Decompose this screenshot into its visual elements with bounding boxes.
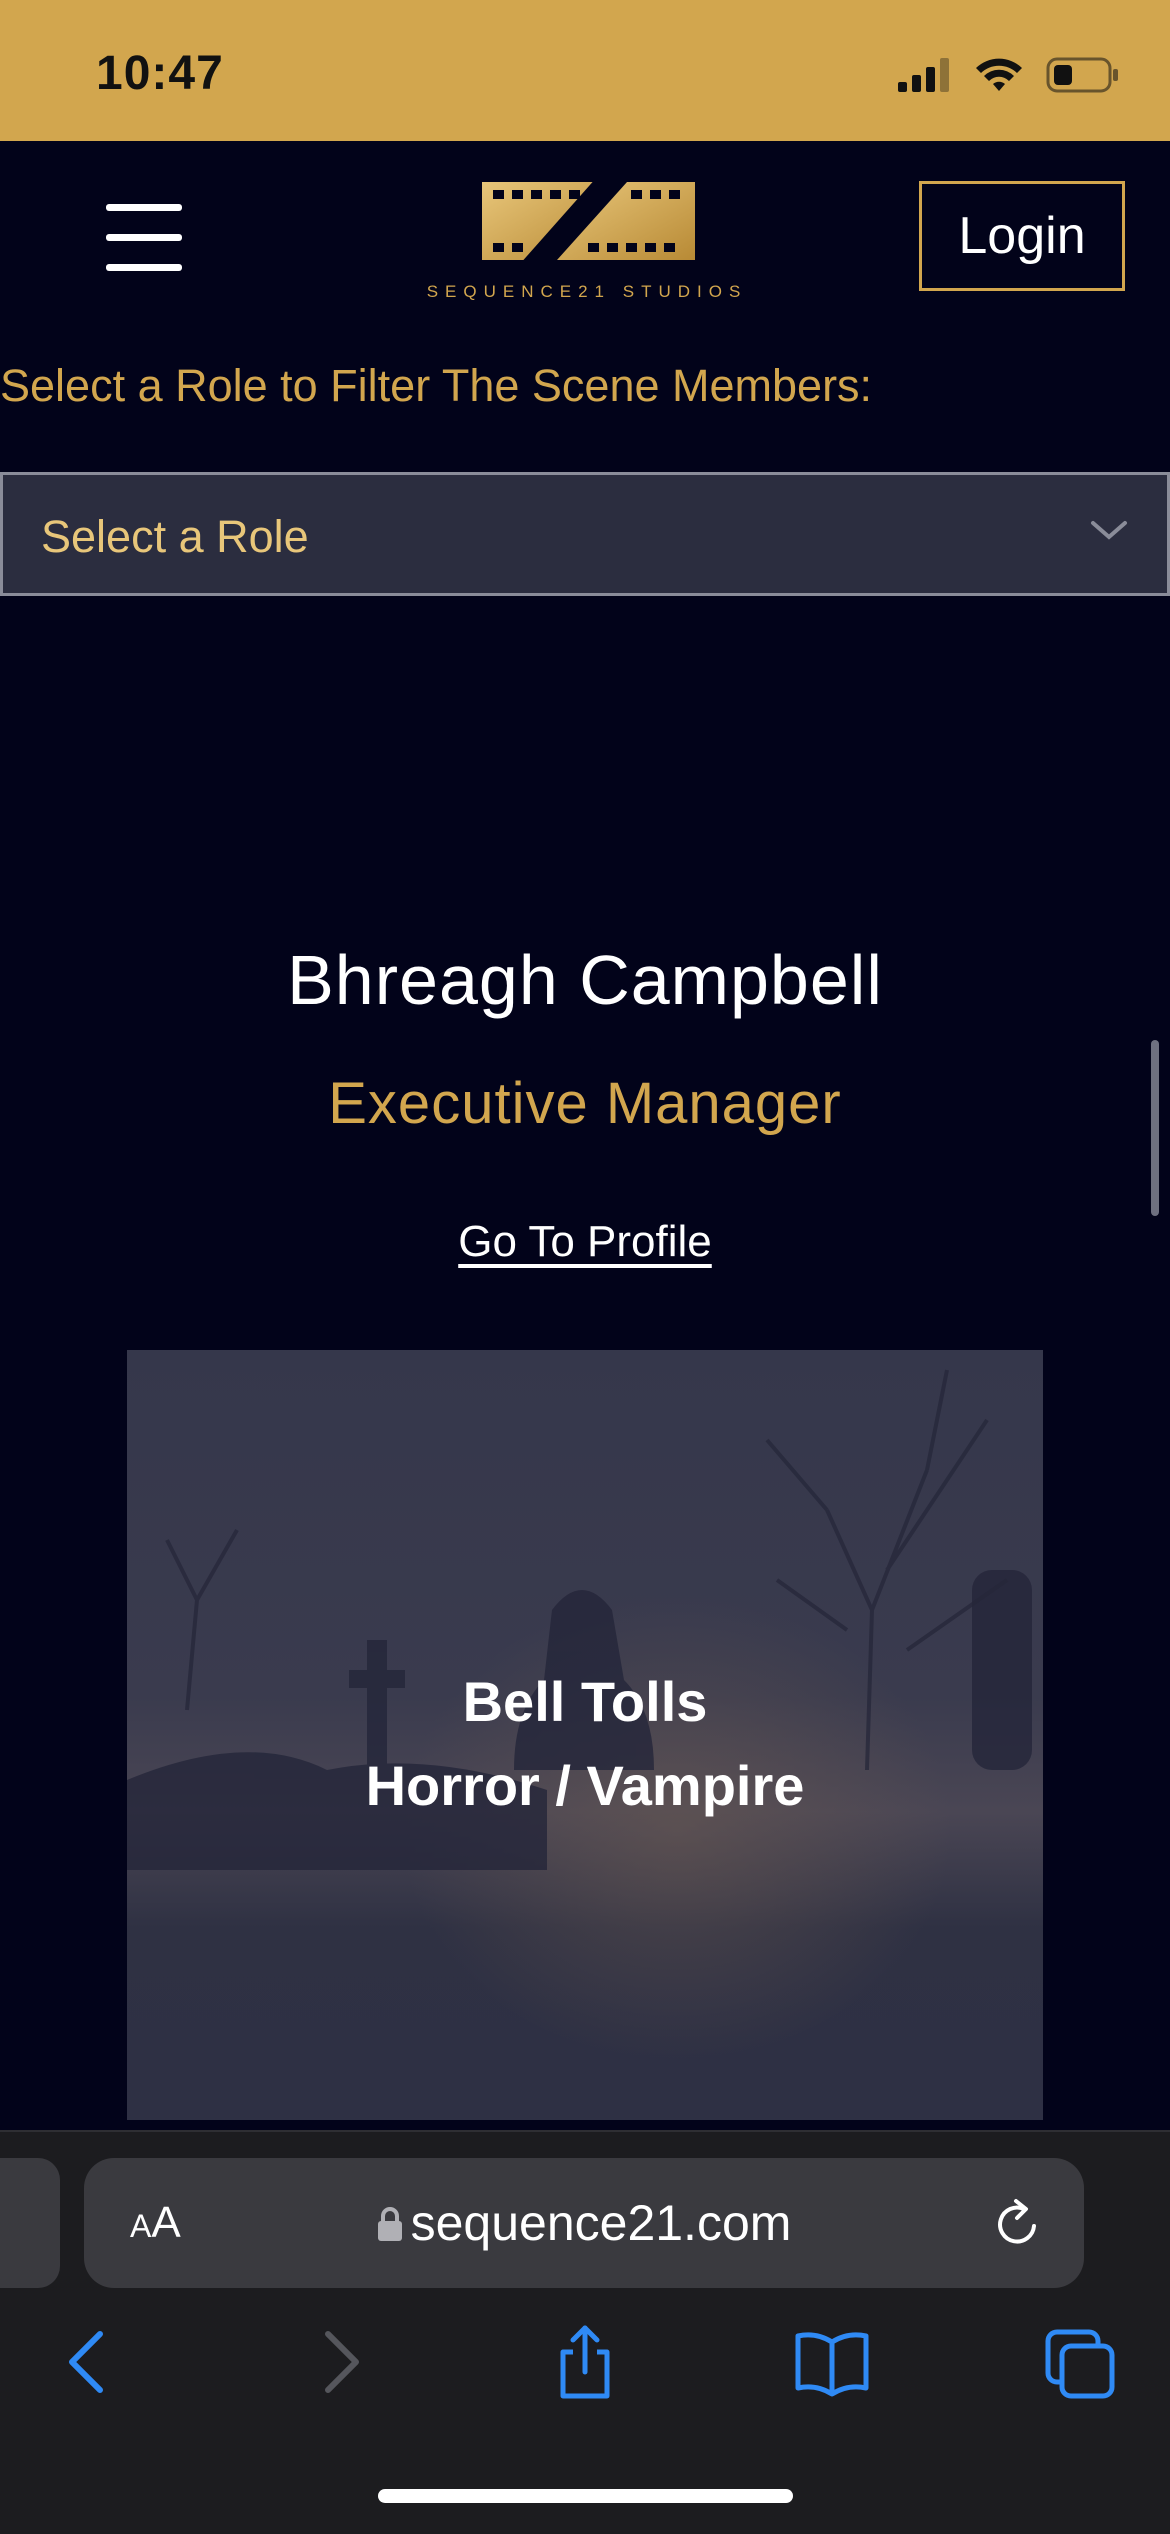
role-select-value: Select a Role [41,511,309,562]
film-strip-logo-icon [482,177,695,265]
scene-genre: Horror / Vampire [365,1754,805,1817]
scene-title: Bell Tolls Horror / Vampire [127,1660,1043,1828]
filter-label: Select a Role to Filter The Scene Member… [0,360,873,411]
share-icon[interactable] [545,2322,625,2402]
address-bar[interactable]: AA sequence21.com [84,2158,1084,2288]
battery-low-icon [1046,57,1118,93]
lock-icon [377,2207,402,2241]
member-role: Executive Manager [328,1071,842,1136]
status-icons [898,50,1120,100]
url-display: sequence21.com [84,2194,1084,2252]
reload-icon[interactable] [990,2196,1046,2252]
logo-text: SEQUENCE21 STUDIOS [426,282,748,301]
status-bar: 10:47 [0,0,1170,141]
status-time: 10:47 [96,47,224,100]
chevron-down-icon [1091,521,1127,540]
bookmarks-icon[interactable] [792,2322,872,2402]
back-icon[interactable] [48,2322,128,2402]
browser-toolbar: AA sequence21.com [0,2130,1170,2534]
login-button[interactable]: Login [919,181,1125,291]
scene-card[interactable]: Bell Tolls Horror / Vampire [127,1350,1043,2120]
url-text: sequence21.com [410,2195,792,2251]
go-to-profile-link[interactable]: Go To Profile [0,1217,1170,1267]
hamburger-menu-icon[interactable] [106,204,182,274]
tabs-icon[interactable] [1040,2322,1120,2402]
scene-name: Bell Tolls [462,1670,708,1733]
member-name: Bhreagh Campbell [287,941,883,1019]
role-select[interactable]: Select a Role [0,472,1170,596]
forward-icon[interactable] [300,2322,380,2402]
cellular-signal-icon [898,58,949,92]
site-logo[interactable]: SEQUENCE21 STUDIOS [417,174,757,309]
home-indicator[interactable] [378,2489,793,2503]
wifi-icon [976,58,1022,91]
previous-tab-edge[interactable] [0,2158,60,2288]
page-scrollbar[interactable] [1151,1040,1159,1216]
site-header: SEQUENCE21 STUDIOS Login [0,141,1170,326]
